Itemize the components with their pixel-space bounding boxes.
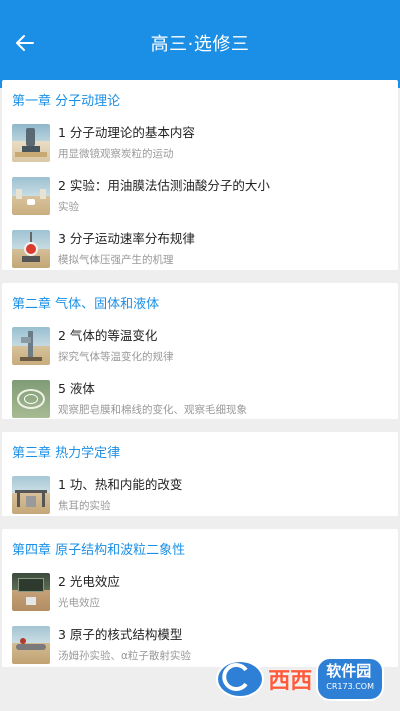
lesson-subtitle: 观察肥皂膜和棉线的变化、观察毛细现象 bbox=[58, 404, 247, 416]
lesson-title: 2 光电效应 bbox=[58, 574, 120, 589]
lesson-title: 1 分子动理论的基本内容 bbox=[58, 125, 195, 140]
lesson-title: 1 功、热和内能的改变 bbox=[58, 477, 183, 492]
app-bar: 高三·选修三 bbox=[0, 0, 400, 88]
gas-apparatus-thumbnail bbox=[12, 327, 50, 365]
scale-thumbnail bbox=[12, 230, 50, 268]
chapter-card: 第一章 分子动理论 1 分子动理论的基本内容 用显微镜观察炭粒的运动 2 实验：… bbox=[2, 80, 398, 270]
watermark-brand-box: 软件园 CR173.COM bbox=[316, 657, 384, 701]
soap-film-thumbnail bbox=[12, 380, 50, 418]
lesson-subtitle: 探究气体等温变化的规律 bbox=[58, 351, 174, 363]
lesson-subtitle: 实验 bbox=[58, 201, 79, 213]
chapter-card: 第二章 气体、固体和液体 2 气体的等温变化 探究气体等温变化的规律 5 液体 … bbox=[2, 283, 398, 419]
lesson-title: 3 原子的核式结构模型 bbox=[58, 627, 183, 642]
chapter-card: 第四章 原子结构和波粒二象性 2 光电效应 光电效应 3 原子的核式结构模型 汤… bbox=[2, 529, 398, 667]
lesson-title: 2 实验：用油膜法估测油酸分子的大小 bbox=[58, 178, 270, 193]
lesson-item[interactable]: 3 分子运动速率分布规律 模拟气体压强产生的机理 bbox=[2, 224, 398, 277]
lesson-item[interactable]: 1 功、热和内能的改变 焦耳的实验 bbox=[2, 470, 398, 523]
lesson-subtitle: 光电效应 bbox=[58, 597, 100, 609]
chapter-card: 第三章 热力学定律 1 功、热和内能的改变 焦耳的实验 bbox=[2, 432, 398, 516]
rutherford-thumbnail bbox=[12, 626, 50, 664]
lesson-title: 3 分子运动速率分布规律 bbox=[58, 231, 195, 246]
chapter-title[interactable]: 第二章 气体、固体和液体 bbox=[2, 283, 398, 321]
lesson-item[interactable]: 1 分子动理论的基本内容 用显微镜观察炭粒的运动 bbox=[2, 118, 398, 171]
lesson-item[interactable]: 2 光电效应 光电效应 bbox=[2, 567, 398, 620]
chapter-title[interactable]: 第一章 分子动理论 bbox=[2, 80, 398, 118]
lesson-title: 5 液体 bbox=[58, 381, 95, 396]
lesson-subtitle: 模拟气体压强产生的机理 bbox=[58, 254, 174, 266]
watermark-brand-red: 西西 bbox=[268, 669, 313, 694]
watermark-brand-text: 软件园 bbox=[326, 662, 372, 680]
lesson-subtitle: 用显微镜观察炭粒的运动 bbox=[58, 148, 174, 160]
lesson-title: 2 气体的等温变化 bbox=[58, 328, 158, 343]
lab-table-thumbnail bbox=[12, 177, 50, 215]
watermark-domain: CR173.COM bbox=[326, 682, 374, 691]
watermark-logo-icon bbox=[216, 660, 265, 698]
lesson-item[interactable]: 5 液体 观察肥皂膜和棉线的变化、观察毛细现象 bbox=[2, 374, 398, 427]
chapter-title[interactable]: 第四章 原子结构和波粒二象性 bbox=[2, 529, 398, 567]
lesson-item[interactable]: 2 气体的等温变化 探究气体等温变化的规律 bbox=[2, 321, 398, 374]
lesson-subtitle: 焦耳的实验 bbox=[58, 500, 111, 512]
photoelectric-thumbnail bbox=[12, 573, 50, 611]
joule-experiment-thumbnail bbox=[12, 476, 50, 514]
page-title: 高三·选修三 bbox=[150, 34, 250, 55]
watermark: 西西 软件园 CR173.COM bbox=[216, 657, 384, 701]
chapter-title[interactable]: 第三章 热力学定律 bbox=[2, 432, 398, 470]
chapter-list: 第一章 分子动理论 1 分子动理论的基本内容 用显微镜观察炭粒的运动 2 实验：… bbox=[0, 80, 400, 667]
microscope-thumbnail bbox=[12, 124, 50, 162]
lesson-item[interactable]: 2 实验：用油膜法估测油酸分子的大小 实验 bbox=[2, 171, 398, 224]
